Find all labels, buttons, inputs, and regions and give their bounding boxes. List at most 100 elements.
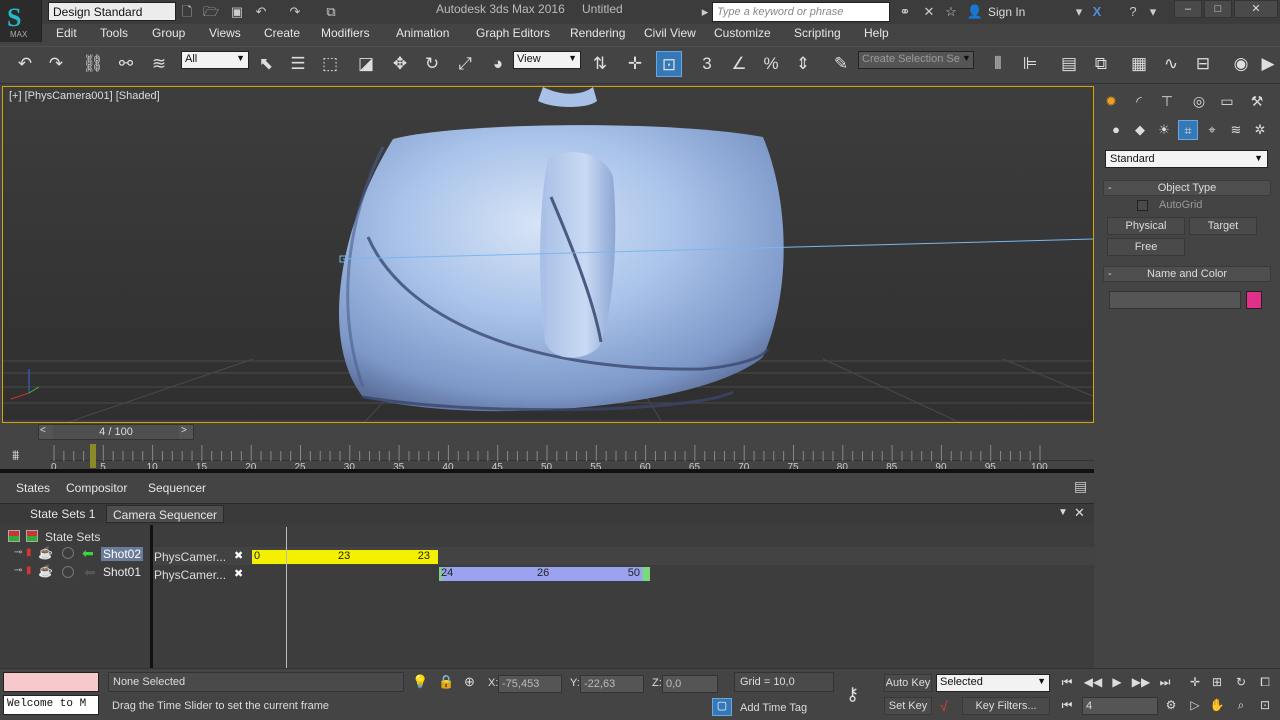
project-folder-icon[interactable]: ⧉ bbox=[322, 3, 340, 20]
current-frame-marker[interactable] bbox=[90, 444, 97, 468]
undo-icon[interactable]: ↶ bbox=[12, 51, 38, 77]
redo-icon[interactable]: ↷ bbox=[43, 51, 69, 77]
manipulate-icon[interactable]: ✛ bbox=[622, 51, 648, 77]
shot02-clip[interactable]: 0 23 23 bbox=[252, 550, 438, 564]
toggle-ribbon-icon[interactable]: ⧉ bbox=[1088, 51, 1114, 77]
select-and-move-icon[interactable]: ✥ bbox=[387, 51, 413, 77]
x-coordinate-field[interactable]: -75,453 bbox=[498, 675, 562, 693]
hierarchy-tab-icon[interactable]: ⊤ bbox=[1156, 90, 1178, 112]
user-icon[interactable]: 👤 bbox=[966, 3, 984, 20]
open-file-icon[interactable]: 🗁 bbox=[202, 3, 220, 20]
remove-camera-icon[interactable]: ✖ bbox=[234, 549, 243, 562]
systems-icon[interactable]: ✲ bbox=[1250, 120, 1270, 140]
physical-camera-button[interactable]: Physical bbox=[1107, 217, 1185, 235]
maximize-toggle-icon[interactable]: ⊡ bbox=[1254, 695, 1276, 715]
keyboard-shortcut-override-icon[interactable]: ⊡ bbox=[656, 51, 682, 77]
scene-explorer-icon[interactable]: ▦ bbox=[1126, 51, 1152, 77]
render-setup-icon[interactable]: ▶ bbox=[1258, 51, 1278, 77]
key-filters-button[interactable]: Key Filters... bbox=[962, 697, 1050, 715]
menu-civil-view[interactable]: Civil View bbox=[644, 26, 696, 40]
add-time-tag[interactable]: Add Time Tag bbox=[740, 702, 807, 714]
menu-scripting[interactable]: Scripting bbox=[794, 26, 841, 40]
sequencer-time-cursor[interactable] bbox=[286, 527, 287, 668]
autogrid-checkbox[interactable] bbox=[1137, 200, 1148, 211]
shapes-icon[interactable]: ◆ bbox=[1130, 120, 1150, 140]
helpers-icon[interactable]: ⌖ bbox=[1202, 120, 1222, 140]
select-and-scale-icon[interactable]: ⤢ bbox=[452, 51, 478, 77]
redo-icon[interactable]: ↷ bbox=[286, 3, 304, 20]
select-and-link-icon[interactable]: ⛓ bbox=[80, 51, 106, 77]
chevron-down-icon[interactable]: ▼ bbox=[962, 53, 971, 63]
tab-state-sets-1[interactable]: State Sets 1 bbox=[24, 505, 101, 523]
select-and-place-icon[interactable]: ◕ bbox=[485, 51, 511, 77]
remove-camera-icon[interactable]: ✖ bbox=[234, 567, 243, 580]
material-editor-icon[interactable]: ◉ bbox=[1228, 51, 1254, 77]
set-key-button[interactable]: Set Key bbox=[884, 697, 932, 715]
close-icon[interactable]: ✕ bbox=[1074, 505, 1085, 521]
state-sets-root[interactable]: State Sets bbox=[45, 530, 100, 544]
object-category-dropdown[interactable]: Standard ▼ bbox=[1105, 150, 1268, 168]
space-warps-icon[interactable]: ≋ bbox=[1226, 120, 1246, 140]
next-frame-icon[interactable]: ▶▶ bbox=[1130, 672, 1152, 692]
menu-views[interactable]: Views bbox=[209, 26, 241, 40]
object-type-rollout[interactable]: - Object Type bbox=[1103, 180, 1271, 196]
state-active-radio[interactable] bbox=[62, 566, 74, 578]
time-configuration-icon[interactable]: ⚙ bbox=[1160, 695, 1182, 715]
free-camera-button[interactable]: Free bbox=[1107, 238, 1185, 256]
maxscript-listener-output[interactable] bbox=[3, 672, 99, 692]
render-toggle-icon[interactable]: ▮ bbox=[26, 547, 32, 558]
modify-tab-icon[interactable]: ◜ bbox=[1128, 90, 1150, 112]
expand-icon[interactable]: ⊸ bbox=[14, 565, 22, 576]
create-tab-icon[interactable]: ✹ bbox=[1100, 90, 1122, 112]
select-object-icon[interactable]: ⬉ bbox=[253, 51, 279, 77]
search-input[interactable]: Type a keyword or phrase bbox=[712, 2, 890, 22]
isolate-selection-icon[interactable]: 💡 bbox=[412, 674, 428, 690]
object-name-input[interactable] bbox=[1109, 291, 1241, 309]
play-icon[interactable]: ▶ bbox=[1106, 672, 1128, 692]
exchange-apps-icon[interactable]: X bbox=[1088, 3, 1106, 20]
add-state-icon[interactable] bbox=[26, 530, 38, 542]
close-window-button[interactable]: ✕ bbox=[1234, 0, 1278, 18]
panel-options-icon[interactable]: ▤ bbox=[1074, 478, 1087, 495]
viewport-label[interactable]: [+] [PhysCamera001] [Shaded] bbox=[9, 90, 160, 102]
expand-icon[interactable]: ⊸ bbox=[14, 547, 22, 558]
align-icon[interactable]: ⊫ bbox=[1017, 51, 1043, 77]
selection-lock-icon[interactable]: 🔒 bbox=[438, 674, 454, 690]
select-by-name-icon[interactable]: ☰ bbox=[285, 51, 311, 77]
angle-snap-icon[interactable]: ∠ bbox=[726, 51, 752, 77]
snap-toggle-icon[interactable]: 3 bbox=[694, 51, 720, 77]
pivot-center-icon[interactable]: ⇅ bbox=[587, 51, 613, 77]
pan-view-icon[interactable]: ✋ bbox=[1206, 695, 1228, 715]
tree-divider[interactable] bbox=[150, 525, 153, 668]
menu-group[interactable]: Group bbox=[152, 26, 185, 40]
binoculars-icon[interactable]: ⚭ bbox=[896, 3, 914, 20]
absolute-mode-icon[interactable]: ⊕ bbox=[464, 674, 475, 690]
undo-icon[interactable]: ↶ bbox=[252, 3, 270, 20]
menu-help[interactable]: Help bbox=[864, 26, 889, 40]
select-and-rotate-icon[interactable]: ↻ bbox=[419, 51, 445, 77]
state-shot01[interactable]: Shot01 bbox=[103, 565, 141, 579]
tab-camera-sequencer[interactable]: Camera Sequencer bbox=[106, 505, 225, 523]
key-icon[interactable]: ⚷ bbox=[846, 684, 859, 705]
layer-explorer-icon[interactable]: ▤ bbox=[1056, 51, 1082, 77]
object-color-swatch[interactable] bbox=[1246, 291, 1262, 309]
chevron-down-icon[interactable]: ▼ bbox=[1058, 507, 1068, 518]
state-shot02[interactable]: Shot02 bbox=[101, 547, 144, 561]
menu-customize[interactable]: Customize bbox=[714, 26, 771, 40]
menu-create[interactable]: Create bbox=[264, 26, 300, 40]
reference-coordinate-dropdown[interactable]: View ▼ bbox=[513, 51, 581, 69]
walk-through-icon[interactable]: ⌕ bbox=[1230, 695, 1252, 715]
shot02-camera-label[interactable]: PhysCamer... bbox=[154, 550, 226, 564]
mirror-icon[interactable]: ⫴ bbox=[985, 51, 1011, 77]
tab-sequencer[interactable]: Sequencer bbox=[148, 481, 206, 495]
motion-tab-icon[interactable]: ◎ bbox=[1188, 90, 1210, 112]
tab-states[interactable]: States bbox=[16, 481, 50, 495]
new-file-icon[interactable]: 🗋 bbox=[178, 3, 196, 20]
sign-in-link[interactable]: Sign In bbox=[988, 5, 1025, 19]
communication-icon[interactable]: ✕ bbox=[920, 3, 938, 20]
time-slider-frame[interactable]: 4 / 100 bbox=[53, 425, 179, 439]
render-toggle-icon[interactable]: ▮ bbox=[26, 565, 32, 576]
zoom-icon[interactable]: ✛ bbox=[1184, 672, 1206, 692]
lights-icon[interactable]: ☀ bbox=[1154, 120, 1174, 140]
perspective-viewport[interactable]: [+] [PhysCamera001] [Shaded] bbox=[2, 86, 1094, 423]
